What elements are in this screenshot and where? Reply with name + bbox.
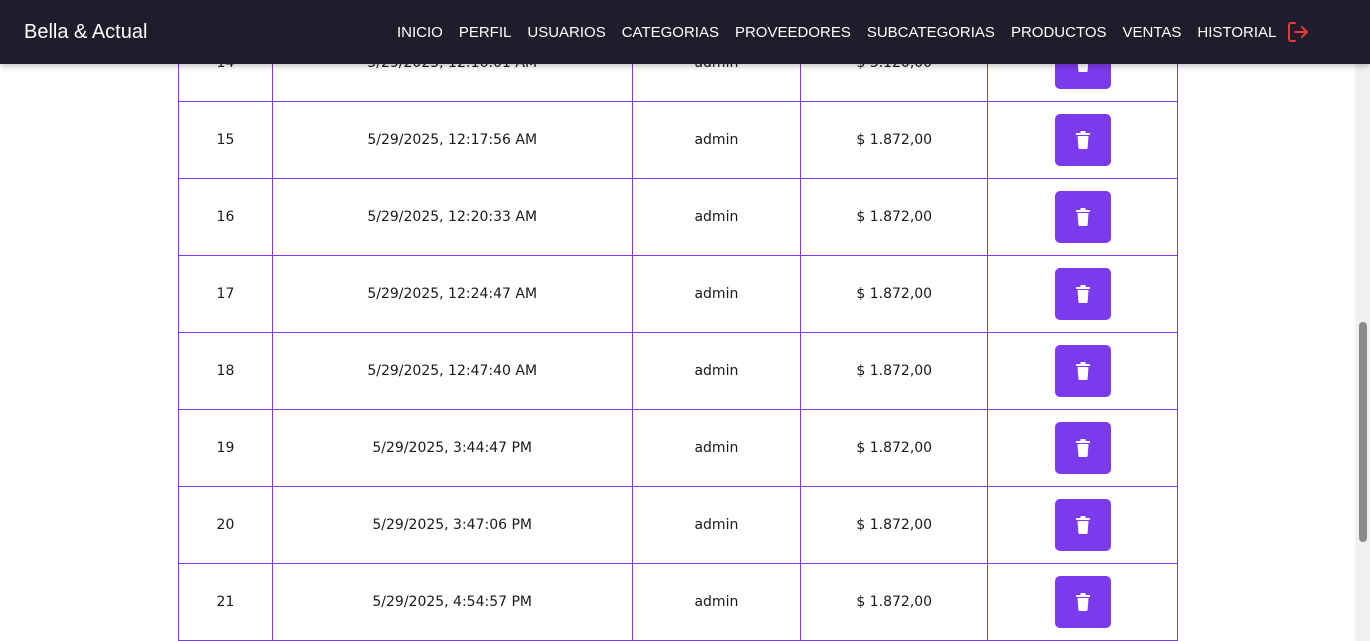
row-actions bbox=[987, 563, 1178, 641]
table-row: 16 5/29/2025, 12:20:33 AM admin $ 1.872,00 bbox=[178, 178, 1178, 256]
table-row: 20 5/29/2025, 3:47:06 PM admin $ 1.872,00 bbox=[178, 486, 1178, 564]
trash-icon bbox=[1075, 131, 1091, 149]
row-id: 21 bbox=[178, 563, 273, 641]
delete-button[interactable] bbox=[1054, 191, 1111, 243]
nav-links: INICIO PERFIL USUARIOS CATEGORIAS PROVEE… bbox=[389, 0, 1284, 64]
row-date: 5/29/2025, 3:44:47 PM bbox=[271, 409, 633, 487]
delete-button[interactable] bbox=[1054, 576, 1111, 628]
brand-logo[interactable]: Bella & Actual bbox=[24, 18, 147, 46]
row-user: admin bbox=[631, 332, 802, 410]
nav-item-ventas[interactable]: VENTAS bbox=[1115, 24, 1190, 41]
delete-button[interactable] bbox=[1054, 499, 1111, 551]
row-date: 5/29/2025, 12:17:56 AM bbox=[271, 101, 633, 179]
row-user: admin bbox=[631, 255, 802, 333]
sales-table: 145/29/2025, 12:16:01 AMadmin$ 3.120,001… bbox=[178, 24, 1178, 641]
row-total: $ 1.872,00 bbox=[800, 332, 989, 410]
row-total: $ 1.872,00 bbox=[800, 255, 989, 333]
row-total: $ 1.872,00 bbox=[800, 101, 989, 179]
table-row: 19 5/29/2025, 3:44:47 PM admin $ 1.872,00 bbox=[178, 409, 1178, 487]
row-id: 18 bbox=[178, 332, 273, 410]
table-row: 17 5/29/2025, 12:24:47 AM admin $ 1.872,00 bbox=[178, 255, 1178, 333]
row-actions bbox=[987, 409, 1178, 487]
trash-icon bbox=[1075, 439, 1091, 457]
row-id: 17 bbox=[178, 255, 273, 333]
row-user: admin bbox=[631, 563, 802, 641]
row-date: 5/29/2025, 12:24:47 AM bbox=[271, 255, 633, 333]
delete-button[interactable] bbox=[1054, 345, 1111, 397]
row-total: $ 1.872,00 bbox=[800, 486, 989, 564]
row-id: 19 bbox=[178, 409, 273, 487]
row-date: 5/29/2025, 3:47:06 PM bbox=[271, 486, 633, 564]
row-id: 16 bbox=[178, 178, 273, 256]
row-id: 20 bbox=[178, 486, 273, 564]
table-row: 15 5/29/2025, 12:17:56 AM admin $ 1.872,00 bbox=[178, 101, 1178, 179]
sales-history-table: 145/29/2025, 12:16:01 AMadmin$ 3.120,001… bbox=[178, 24, 1178, 641]
trash-icon bbox=[1075, 285, 1091, 303]
table-row: 18 5/29/2025, 12:47:40 AM admin $ 1.872,00 bbox=[178, 332, 1178, 410]
row-id: 15 bbox=[178, 101, 273, 179]
trash-icon bbox=[1075, 362, 1091, 380]
navbar: Bella & Actual INICIO PERFIL USUARIOS CA… bbox=[0, 0, 1370, 64]
delete-button[interactable] bbox=[1054, 422, 1111, 474]
trash-icon bbox=[1075, 593, 1091, 611]
nav-item-productos[interactable]: PRODUCTOS bbox=[1003, 24, 1115, 41]
logout-icon bbox=[1288, 22, 1308, 42]
trash-icon bbox=[1075, 516, 1091, 534]
nav-item-proveedores[interactable]: PROVEEDORES bbox=[727, 24, 859, 41]
nav-item-perfil[interactable]: PERFIL bbox=[451, 24, 520, 41]
row-user: admin bbox=[631, 486, 802, 564]
row-total: $ 1.872,00 bbox=[800, 178, 989, 256]
row-user: admin bbox=[631, 178, 802, 256]
logout-button[interactable] bbox=[1286, 20, 1310, 44]
row-user: admin bbox=[631, 409, 802, 487]
row-actions bbox=[987, 486, 1178, 564]
row-date: 5/29/2025, 12:47:40 AM bbox=[271, 332, 633, 410]
nav-item-historial[interactable]: HISTORIAL bbox=[1189, 24, 1284, 41]
row-date: 5/29/2025, 4:54:57 PM bbox=[271, 563, 633, 641]
table-body: 145/29/2025, 12:16:01 AMadmin$ 3.120,001… bbox=[178, 24, 1178, 641]
nav-item-subcategorias[interactable]: SUBCATEGORIAS bbox=[859, 24, 1003, 41]
row-total: $ 1.872,00 bbox=[800, 563, 989, 641]
row-date: 5/29/2025, 12:20:33 AM bbox=[271, 178, 633, 256]
delete-button[interactable] bbox=[1054, 268, 1111, 320]
row-actions bbox=[987, 255, 1178, 333]
row-user: admin bbox=[631, 101, 802, 179]
row-actions bbox=[987, 101, 1178, 179]
scrollbar-thumb[interactable] bbox=[1359, 322, 1367, 542]
nav-item-categorias[interactable]: CATEGORIAS bbox=[614, 24, 727, 41]
row-total: $ 1.872,00 bbox=[800, 409, 989, 487]
nav-item-inicio[interactable]: INICIO bbox=[389, 24, 451, 41]
page-scrollbar[interactable] bbox=[1355, 64, 1370, 641]
row-actions bbox=[987, 332, 1178, 410]
table-row: 21 5/29/2025, 4:54:57 PM admin $ 1.872,00 bbox=[178, 563, 1178, 641]
row-actions bbox=[987, 178, 1178, 256]
nav-item-usuarios[interactable]: USUARIOS bbox=[519, 24, 613, 41]
delete-button[interactable] bbox=[1054, 114, 1111, 166]
trash-icon bbox=[1075, 208, 1091, 226]
